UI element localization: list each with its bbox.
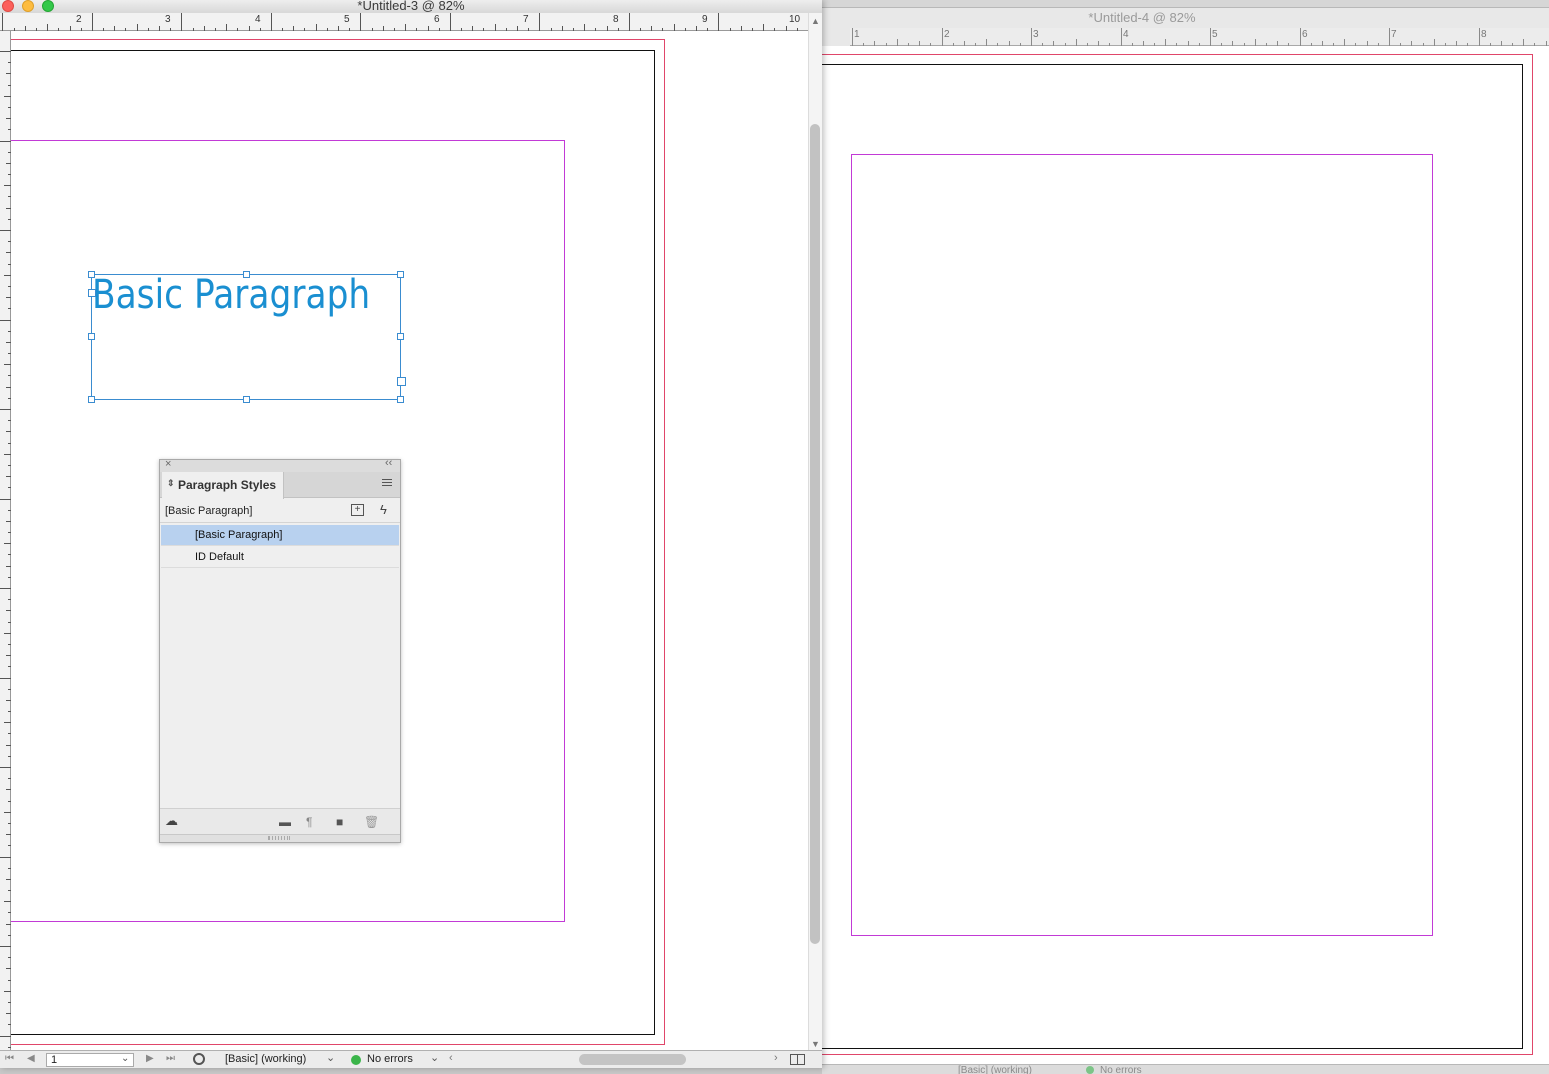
resize-handle-top-left[interactable]: [88, 271, 95, 278]
scroll-right-icon[interactable]: ›: [774, 1052, 778, 1064]
last-page-icon[interactable]: ⏭: [166, 1053, 175, 1064]
style-name: [Basic Paragraph]: [195, 529, 283, 541]
resize-handle-bottom[interactable]: [243, 396, 250, 403]
status-bar: ⏮ ◀ 1 ⌄ ▶ ⏭ [Basic] (working) ⌄ No error…: [0, 1050, 822, 1068]
next-page-icon[interactable]: ▶: [146, 1053, 154, 1064]
ruler-label: 5: [1212, 29, 1218, 40]
window-title: *Untitled-4 @ 82%: [1088, 10, 1196, 25]
preflight-status-icon: [351, 1055, 361, 1065]
scroll-down-icon[interactable]: ▼: [811, 1039, 820, 1049]
chevron-down-icon[interactable]: ⌄: [430, 1051, 439, 1064]
window-title: *Untitled-3 @ 82%: [357, 0, 465, 13]
title-bar[interactable]: [822, 0, 1549, 8]
preflight-status[interactable]: No errors: [1100, 1065, 1142, 1074]
ruler-label: 7: [523, 14, 529, 25]
ruler-label: 2: [944, 29, 950, 40]
panel-resize-grip[interactable]: [160, 834, 400, 842]
ruler-ticks: [852, 28, 1547, 46]
ruler-label: 2: [76, 14, 82, 25]
ruler-label: 8: [1481, 29, 1487, 40]
chevron-down-icon[interactable]: ⌄: [121, 1053, 129, 1064]
text-frame-content[interactable]: Basic Paragraph: [92, 271, 370, 319]
panel-footer: ☁ ▬ ¶ ■ 🗑: [160, 808, 400, 834]
ruler-label: 3: [165, 14, 171, 25]
ruler-label: 10: [789, 14, 801, 25]
resize-handle-left[interactable]: [88, 333, 95, 340]
ruler-label: 6: [434, 14, 440, 25]
panel-drag-bar[interactable]: × ‹‹: [160, 457, 400, 472]
ruler-label: 4: [255, 14, 261, 25]
style-list-item[interactable]: ID Default: [161, 547, 399, 568]
previous-page-icon[interactable]: ◀: [27, 1053, 35, 1064]
out-port[interactable]: [397, 377, 406, 386]
pasteboard[interactable]: Basic Paragraph: [11, 31, 808, 1050]
pasteboard[interactable]: [822, 46, 1549, 1064]
new-group-from-style-icon[interactable]: +: [351, 504, 364, 516]
ruler-label: 1: [854, 29, 860, 40]
horizontal-ruler[interactable]: 1 2 3 4 5 6 7 8: [850, 28, 1549, 46]
page-number-field[interactable]: 1 ⌄: [46, 1053, 134, 1067]
trash-icon[interactable]: 🗑: [364, 815, 379, 829]
page-number-value: 1: [51, 1054, 58, 1066]
tab-paragraph-styles[interactable]: ⇕ Paragraph Styles: [162, 472, 284, 499]
first-page-icon[interactable]: ⏮: [5, 1053, 14, 1064]
panel-tab-row: ⇕ Paragraph Styles: [160, 472, 400, 499]
horizontal-ruler[interactable]: 2 3 4 5 6 7 8 9 10: [0, 13, 808, 31]
preflight-profile[interactable]: [Basic] (working): [225, 1053, 306, 1065]
resize-handle-right[interactable]: [397, 333, 404, 340]
ruler-label: 6: [1302, 29, 1308, 40]
clear-overrides-icon[interactable]: ¶: [306, 815, 312, 829]
collapse-icon[interactable]: ‹‹: [385, 457, 392, 469]
ruler-ticks: [2, 13, 798, 31]
panel-menu-icon[interactable]: [382, 477, 394, 487]
preflight-status[interactable]: No errors: [367, 1053, 413, 1065]
ruler-label: 5: [344, 14, 350, 25]
horizontal-scroll-thumb[interactable]: [579, 1054, 686, 1065]
text-frame[interactable]: Basic Paragraph: [88, 271, 406, 403]
resize-handle-bottom-right[interactable]: [397, 396, 404, 403]
vertical-scroll-thumb[interactable]: [810, 124, 820, 944]
ruler-label: 4: [1123, 29, 1129, 40]
tab-toggle-icon: ⇕: [167, 478, 175, 488]
document-window-untitled-4: *Untitled-4 @ 82% 1 2 3 4 5 6 7 8 [Basic…: [822, 0, 1549, 1074]
ruler-label: 3: [1033, 29, 1039, 40]
quick-apply-icon[interactable]: ϟ: [380, 502, 387, 517]
vertical-ruler[interactable]: [0, 31, 11, 1050]
tab-label: Paragraph Styles: [178, 478, 277, 492]
status-bar: [Basic] (working) No errors: [822, 1064, 1549, 1074]
current-style-label: [Basic Paragraph]: [165, 505, 253, 517]
ruler-label: 7: [1391, 29, 1397, 40]
chevron-down-icon[interactable]: ⌄: [326, 1051, 335, 1064]
split-window-icon[interactable]: [790, 1054, 805, 1065]
ruler-label: 8: [613, 14, 619, 25]
close-icon[interactable]: ×: [165, 458, 171, 470]
resize-handle-top[interactable]: [243, 271, 250, 278]
preflight-profile[interactable]: [Basic] (working): [958, 1065, 1032, 1074]
in-port[interactable]: [88, 289, 96, 297]
style-name: ID Default: [195, 551, 244, 563]
ruler-ticks: [0, 51, 11, 1048]
resize-handle-top-right[interactable]: [397, 271, 404, 278]
folder-icon[interactable]: ▬: [279, 815, 291, 829]
paragraph-styles-panel: × ‹‹ ⇕ Paragraph Styles [Basic Paragraph…: [159, 457, 401, 843]
document-window-untitled-3: *Untitled-3 @ 82% 2 3 4 5 6 7 8 9 10 Bas…: [0, 0, 822, 1068]
scroll-up-icon[interactable]: ▲: [811, 16, 820, 26]
margin-guide: [851, 154, 1433, 936]
new-style-icon[interactable]: ■: [336, 815, 343, 829]
open-page-icon[interactable]: [193, 1053, 205, 1065]
resize-handle-bottom-left[interactable]: [88, 396, 95, 403]
ruler-label: 9: [702, 14, 708, 25]
current-style-row: [Basic Paragraph] + ϟ: [160, 499, 400, 523]
style-list-item[interactable]: [Basic Paragraph]: [161, 525, 399, 546]
cloud-library-icon[interactable]: ☁: [165, 813, 178, 829]
scroll-left-icon[interactable]: ‹: [449, 1052, 453, 1064]
preflight-status-icon: [1086, 1066, 1094, 1074]
